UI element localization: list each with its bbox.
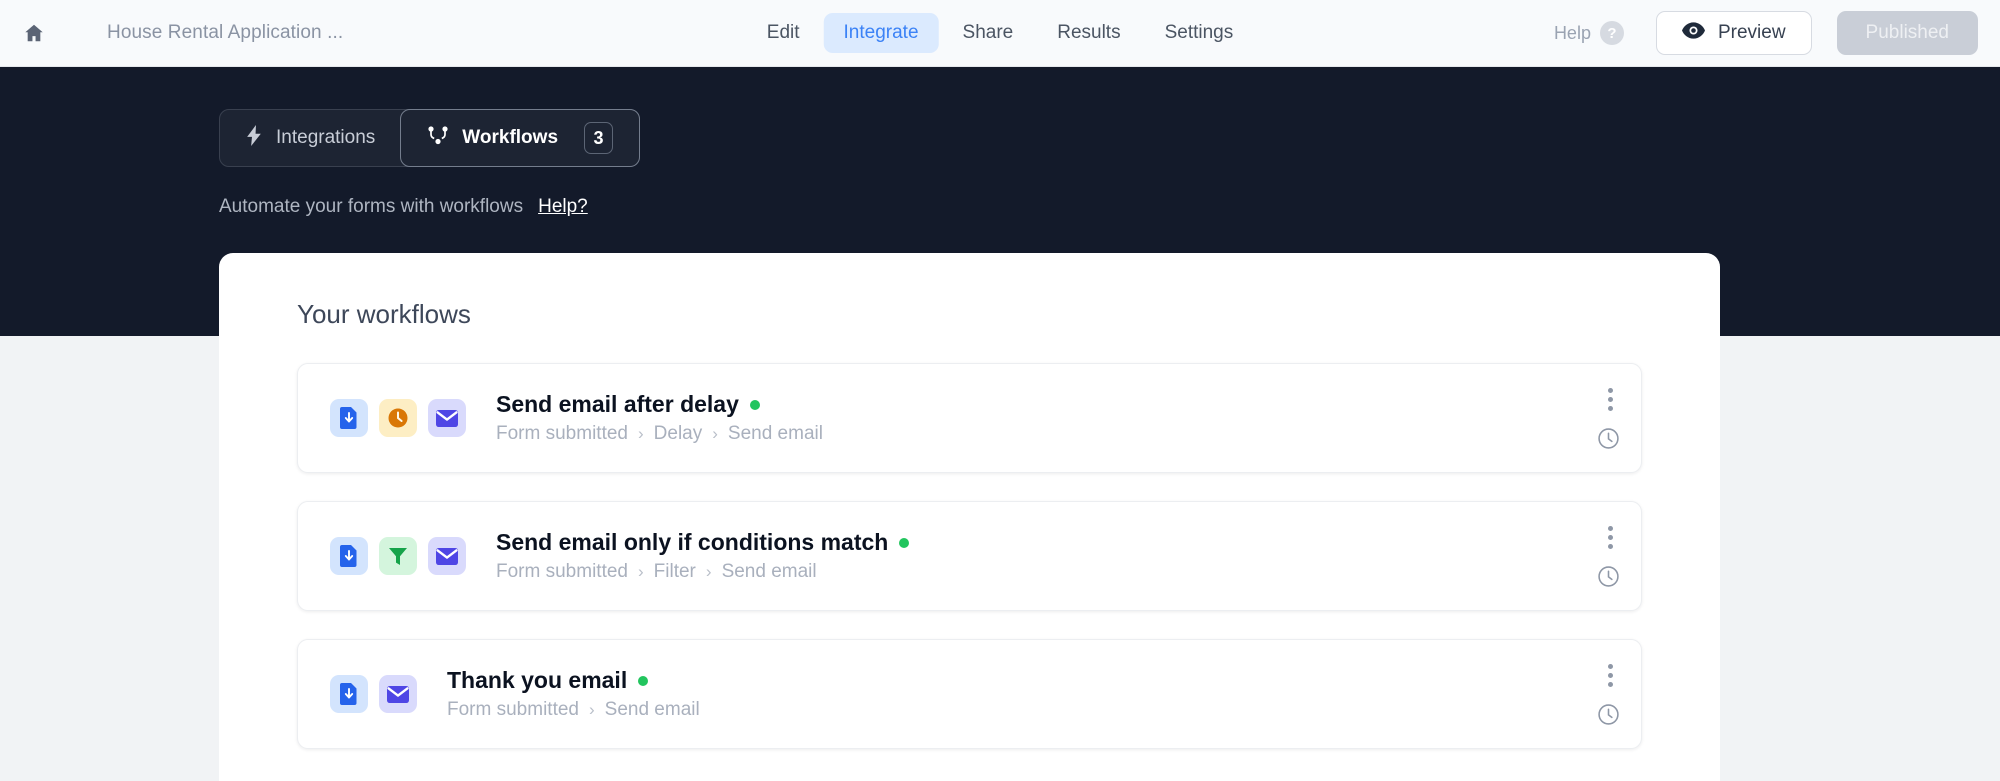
chevron-right-icon: › (637, 424, 644, 443)
workflow-steps: Form submitted › Filter › Send email (496, 561, 909, 583)
workflow-step-icons (330, 675, 417, 713)
segment-integrations[interactable]: Integrations (220, 110, 401, 166)
eye-icon (1681, 21, 1705, 45)
form-submitted-icon (330, 537, 368, 575)
help-label[interactable]: Help (1554, 23, 1591, 44)
workflow-name-row: Send email only if conditions match (496, 529, 910, 556)
workflow-step: Send email (727, 423, 823, 444)
integrate-segmented-control: Integrations Workflows 3 (219, 109, 641, 167)
form-title[interactable]: House Rental Application ... (107, 22, 343, 44)
workflow-step: Send email (604, 699, 700, 720)
workflow-card[interactable]: Thank you email Form submitted › Send em… (297, 639, 1642, 749)
history-clock-icon[interactable] (1597, 565, 1620, 593)
app-header: House Rental Application ... Edit Integr… (0, 0, 2000, 67)
workflows-panel: Your workflows Send email after delay Fo… (219, 253, 1720, 781)
workflow-steps: Form submitted › Send email (447, 699, 700, 721)
help-link[interactable]: Help? (538, 196, 588, 218)
workflow-name: Thank you email (447, 667, 628, 693)
workflow-steps: Form submitted › Delay › Send email (496, 423, 823, 445)
kebab-menu-icon[interactable] (1604, 660, 1617, 691)
workflow-name: Send email after delay (496, 391, 739, 417)
main-nav-tabs: Edit Integrate Share Results Settings (747, 13, 1253, 53)
tab-share[interactable]: Share (943, 13, 1034, 53)
subtitle-text: Automate your forms with workflows (219, 196, 524, 217)
form-submitted-icon (330, 675, 368, 713)
tab-edit[interactable]: Edit (747, 13, 820, 53)
segment-workflows-label: Workflows (462, 127, 559, 148)
status-badge (749, 399, 760, 410)
workflow-nodes-icon (427, 125, 449, 151)
lightning-bolt-icon (246, 124, 263, 152)
workflow-card[interactable]: Send email after delay Form submitted › … (297, 363, 1642, 473)
send-email-icon (379, 675, 417, 713)
delay-clock-icon (379, 399, 417, 437)
workflow-name: Send email only if conditions match (496, 529, 889, 555)
preview-label: Preview (1717, 22, 1786, 43)
workflow-name-row: Send email after delay (496, 391, 823, 418)
home-button[interactable] (17, 16, 51, 50)
chevron-right-icon: › (637, 562, 644, 581)
help-question-icon[interactable]: ? (1599, 21, 1624, 45)
workflow-step: Send email (721, 561, 817, 582)
tab-integrate[interactable]: Integrate (823, 13, 939, 53)
status-badge (638, 675, 649, 686)
page-title: Your workflows (297, 299, 471, 329)
chevron-right-icon: › (712, 424, 718, 443)
workflow-card[interactable]: Send email only if conditions match Form… (297, 501, 1642, 611)
header-actions: Help ? Preview Published (1554, 11, 2000, 55)
published-button[interactable]: Published (1836, 11, 1978, 55)
tab-settings[interactable]: Settings (1145, 13, 1254, 53)
workflow-step: Form submitted (496, 423, 628, 444)
workflow-step-icons (330, 399, 466, 437)
workflow-text: Send email only if conditions match Form… (496, 529, 910, 583)
workflow-step: Filter (653, 561, 696, 582)
form-submitted-icon (330, 399, 368, 437)
workflow-text: Thank you email Form submitted › Send em… (447, 667, 700, 721)
subtitle-row: Automate your forms with workflows Help? (219, 196, 588, 218)
workflow-step: Delay (653, 423, 703, 444)
workflows-count-badge: 3 (584, 122, 614, 154)
segment-workflows[interactable]: Workflows 3 (400, 109, 641, 167)
history-clock-icon[interactable] (1597, 703, 1620, 731)
chevron-right-icon: › (705, 562, 712, 581)
status-badge (899, 537, 910, 548)
kebab-menu-icon[interactable] (1604, 522, 1617, 553)
workflow-text: Send email after delay Form submitted › … (496, 391, 823, 445)
history-clock-icon[interactable] (1597, 427, 1620, 455)
tab-results[interactable]: Results (1037, 13, 1140, 53)
home-icon (23, 22, 45, 44)
workflow-step: Form submitted (496, 561, 628, 582)
workflow-step-icons (330, 537, 466, 575)
chevron-right-icon: › (588, 700, 595, 719)
send-email-icon (428, 399, 466, 437)
workflow-name-row: Thank you email (447, 667, 700, 694)
filter-icon (379, 537, 417, 575)
published-label: Published (1865, 22, 1949, 43)
send-email-icon (428, 537, 466, 575)
workflow-step: Form submitted (447, 699, 579, 720)
segment-integrations-label: Integrations (276, 127, 376, 148)
preview-button[interactable]: Preview (1655, 11, 1812, 55)
kebab-menu-icon[interactable] (1604, 384, 1617, 415)
